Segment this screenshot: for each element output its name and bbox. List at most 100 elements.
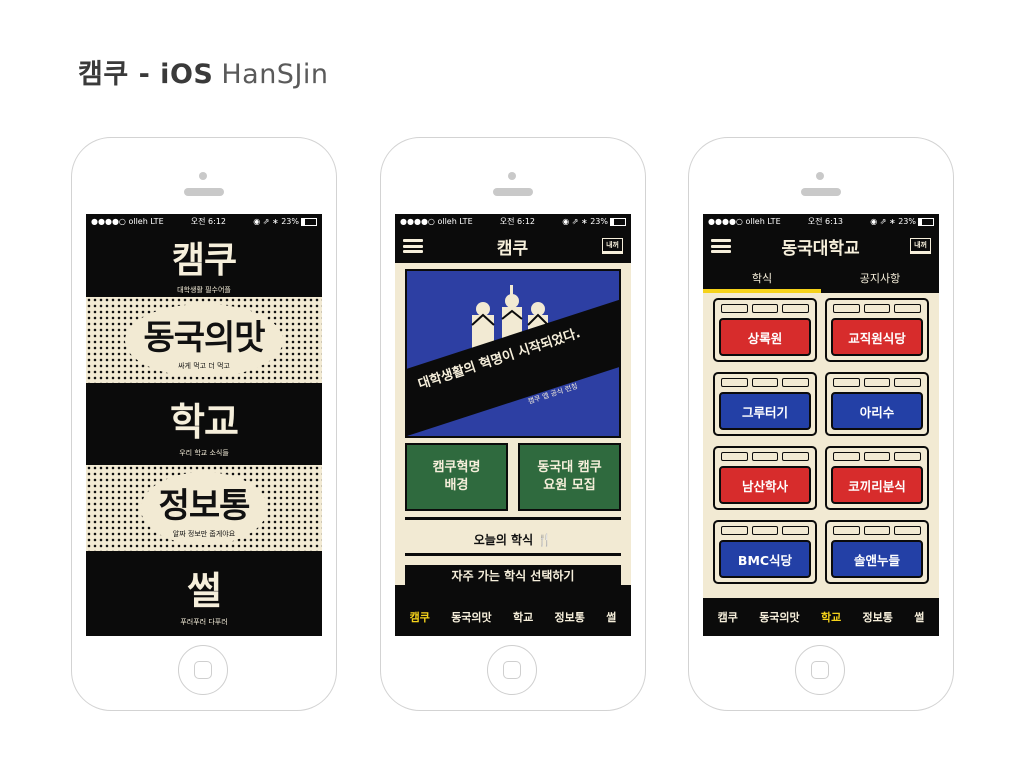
splash-title: 학교 [170,399,239,444]
cafeteria-name: 그루터기 [719,392,811,430]
tab-campku[interactable]: 캠쿠 [718,609,738,625]
cafeteria-card[interactable]: 아리수 [825,372,929,436]
speaker-grille [493,188,533,196]
divider [405,553,621,556]
speaker-grille [184,188,224,196]
cafeteria-card[interactable]: 남산학사 [713,446,817,510]
hamburger-menu-icon[interactable] [403,239,423,253]
cafeteria-card[interactable]: 상록원 [713,298,817,362]
cafeteria-card[interactable]: 교직원식당 [825,298,929,362]
cafeteria-grid: 상록원 교직원식당 그루터기 아리수 남산학사 코끼리분식 BMC식당 솔앤누들 [703,293,939,598]
tray-slots [721,304,810,313]
tab-talk[interactable]: 썰 [914,609,924,625]
home-screen: ●●●●○ olleh LTE 오전 6:12 ◉ ⇗ ∗ 23% 캠쿠 내꺼 [395,214,631,636]
divider [405,517,621,520]
tray-slots [833,378,922,387]
battery-indicator: ◉ ⇗ ∗ 23% [562,217,626,226]
splash-caption: 알짜 정보만 줍게야요 [172,529,236,538]
home-button[interactable] [487,645,537,695]
phone-mockup-home: ●●●●○ olleh LTE 오전 6:12 ◉ ⇗ ∗ 23% 캠쿠 내꺼 [380,137,646,711]
launch-poster-banner[interactable]: 대학생활의 혁명이 시작되었다. 캠쿠 앱 공식 런칭 [405,269,621,438]
clock-label: 오전 6:12 [499,217,536,226]
battery-icon [918,217,934,226]
status-bar: ●●●●○ olleh LTE 오전 6:12 ◉ ⇗ ∗ 23% [395,214,631,229]
cafeteria-card[interactable]: 코끼리분식 [825,446,929,510]
cafeteria-name: 상록원 [719,318,811,356]
splash-caption: 싸게 먹고 더 먹고 [178,361,230,370]
bottom-tab-bar: 캠쿠 동국의맛 학교 정보통 썰 [395,598,631,636]
status-bar: ●●●●○ olleh LTE 오전 6:12 ◉ ⇗ ∗ 23% [86,214,322,229]
segment-cafeteria[interactable]: 학식 [703,263,821,293]
cafeteria-name: 아리수 [831,392,923,430]
tab-school[interactable]: 학교 [821,609,841,625]
front-camera [508,172,516,180]
phone-mockup-splash: ●●●●○ olleh LTE 오전 6:12 ◉ ⇗ ∗ 23% 캠쿠 대학생… [71,137,337,711]
status-bar: ●●●●○ olleh LTE 오전 6:13 ◉ ⇗ ∗ 23% [703,214,939,229]
tray-slots [833,526,922,535]
page-title-main: 캠쿠 - iOS [78,59,214,90]
cafeteria-name: 솔앤누들 [831,540,923,578]
cafeteria-name: 코끼리분식 [831,466,923,504]
tab-info[interactable]: 정보통 [555,609,585,625]
front-camera [199,172,207,180]
page-title: 캠쿠 - iOS HanSJin [78,52,329,91]
cafeteria-card[interactable]: 그루터기 [713,372,817,436]
splash-caption: 우리 학교 소식들 [179,448,229,457]
splash-block-campku[interactable]: 캠쿠 대학생활 필수어플 [86,229,322,297]
choose-cafeteria-button[interactable]: 자주 가는 학식 선택하기 [405,565,621,585]
tab-talk[interactable]: 썰 [606,609,616,625]
splash-title: 동국의맛 [143,317,265,358]
home-content: 대학생활의 혁명이 시작되었다. 캠쿠 앱 공식 런칭 캠쿠혁명 배경 동국대 … [395,263,631,585]
splash-title: 썰 [187,569,222,613]
revolution-background-tile[interactable]: 캠쿠혁명 배경 [405,443,508,511]
bottom-tab-bar: 캠쿠 동국의맛 학교 정보통 썰 [703,598,939,636]
tab-dongguk-taste[interactable]: 동국의맛 [759,609,799,625]
segment-control: 학식 공지사항 [703,263,939,293]
battery-indicator: ◉ ⇗ ∗ 23% [253,217,317,226]
cafeteria-card[interactable]: 솔앤누들 [825,520,929,584]
splash-block-talk[interactable]: 썰 푸러푸러 다푸러 [86,551,322,636]
battery-indicator: ◉ ⇗ ∗ 23% [870,217,934,226]
carrier-label: ●●●●○ olleh LTE [91,217,164,226]
tab-info[interactable]: 정보통 [863,609,893,625]
header-title: 동국대학교 [781,238,860,259]
tray-slots [833,452,922,461]
tab-campku[interactable]: 캠쿠 [410,609,430,625]
agent-recruit-tile[interactable]: 동국대 캠쿠 요원 모집 [518,443,621,511]
my-page-button[interactable]: 내꺼 [602,238,623,254]
battery-icon [610,217,626,226]
carrier-label: ●●●●○ olleh LTE [708,217,781,226]
cafeteria-name: 남산학사 [719,466,811,504]
oval-badge: 동국의맛 싸게 먹고 더 먹고 [125,303,283,377]
front-camera [816,172,824,180]
cafeteria-name: BMC식당 [719,540,811,578]
splash-block-info[interactable]: 정보통 알짜 정보만 줍게야요 [86,465,322,551]
cafeteria-name: 교직원식당 [831,318,923,356]
app-header: 동국대학교 내꺼 [703,229,939,263]
page-title-author: HanSJin [221,59,329,90]
tray-slots [833,304,922,313]
tab-school[interactable]: 학교 [513,609,533,625]
battery-icon [301,217,317,226]
splash-caption: 대학생활 필수어플 [177,286,231,294]
my-page-button[interactable]: 내꺼 [910,238,931,254]
today-meal-label[interactable]: 오늘의 학식 🍴 [395,531,631,548]
splash-title: 캠쿠 [171,240,237,281]
tray-slots [721,526,810,535]
oval-badge: 정보통 알짜 정보만 줍게야요 [140,471,268,545]
home-button[interactable] [178,645,228,695]
app-header: 캠쿠 내꺼 [395,229,631,263]
tab-dongguk-taste[interactable]: 동국의맛 [451,609,491,625]
splash-block-school[interactable]: 학교 우리 학교 소식들 [86,383,322,465]
home-button[interactable] [795,645,845,695]
segment-notices[interactable]: 공지사항 [821,263,939,293]
phone-mockup-school: ●●●●○ olleh LTE 오전 6:13 ◉ ⇗ ∗ 23% 동국대학교 … [688,137,954,711]
splash-block-taste[interactable]: 동국의맛 싸게 먹고 더 먹고 [86,297,322,383]
hamburger-menu-icon[interactable] [711,239,731,253]
carrier-label: ●●●●○ olleh LTE [400,217,473,226]
splash-title: 정보통 [158,485,251,526]
header-title: 캠쿠 [496,238,529,259]
cafeteria-card[interactable]: BMC식당 [713,520,817,584]
school-screen: ●●●●○ olleh LTE 오전 6:13 ◉ ⇗ ∗ 23% 동국대학교 … [703,214,939,636]
clock-label: 오전 6:12 [190,217,227,226]
